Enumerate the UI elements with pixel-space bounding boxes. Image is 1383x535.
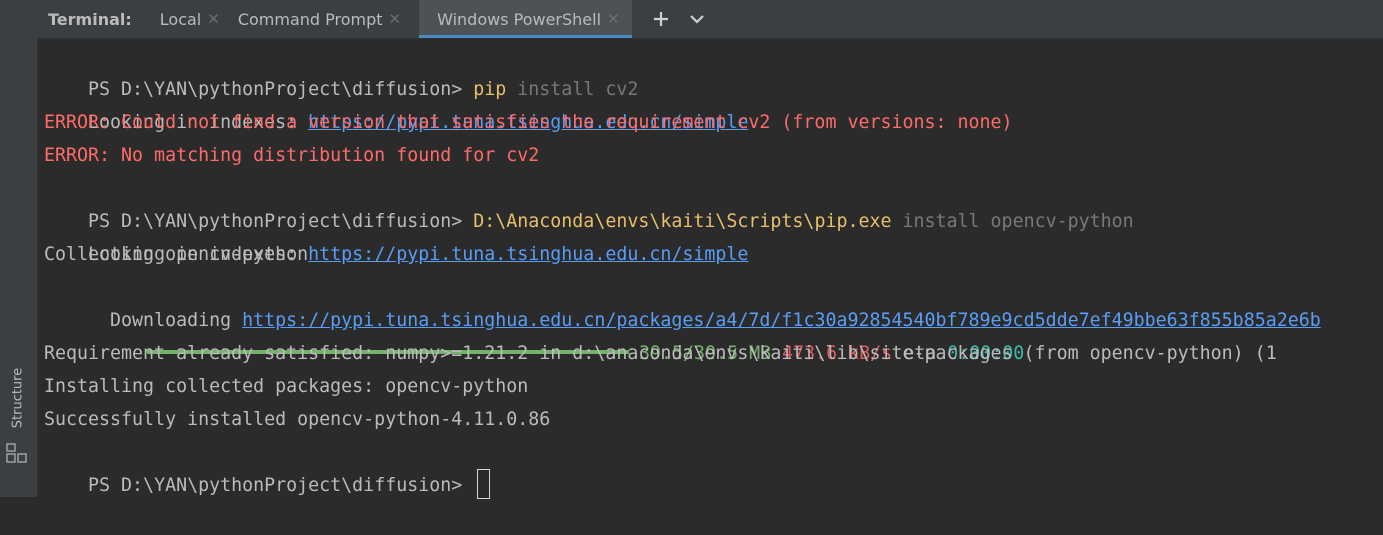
terminal-title: Terminal:: [48, 9, 132, 29]
add-icon[interactable]: [652, 10, 670, 28]
terminal-line: PS D:\YAN\pythonProject\diffusion>: [44, 436, 491, 499]
terminal-tab-bar: Terminal: Local ✕ Command Prompt ✕ Windo…: [37, 0, 1383, 39]
terminal-line: Downloading https://pypi.tuna.tsinghua.e…: [44, 271, 1321, 331]
output-line: Collecting opencv-python: [44, 244, 309, 265]
terminal-output[interactable]: PS D:\YAN\pythonProject\diffusion> pip i…: [37, 39, 1383, 499]
error-line: ERROR: No matching distribution found fo…: [44, 145, 540, 166]
output-line: Installing collected packages: opencv-py…: [44, 376, 529, 397]
tab-windows-powershell[interactable]: Windows PowerShell ✕: [419, 0, 632, 38]
error-line: ERROR: Could not find a version that sat…: [44, 112, 1013, 133]
terminal-line: Looking in indexes: https://pypi.tuna.ts…: [44, 73, 748, 133]
structure-tool-button[interactable]: Structure: [11, 368, 26, 428]
structure-icon[interactable]: [5, 441, 29, 465]
tab-label: Windows PowerShell: [437, 9, 602, 29]
tab-local[interactable]: Local ✕: [160, 0, 220, 38]
tool-window-stripe: Structure: [0, 0, 38, 497]
text-cursor[interactable]: [477, 469, 491, 499]
terminal-line: PS D:\YAN\pythonProject\diffusion> D:\An…: [44, 172, 1134, 232]
command-args: install opencv-python: [891, 211, 1134, 232]
close-icon[interactable]: ✕: [389, 10, 402, 28]
close-icon[interactable]: ✕: [207, 10, 220, 28]
tab-command-prompt[interactable]: Command Prompt ✕: [238, 0, 401, 38]
chevron-down-icon[interactable]: [688, 10, 706, 28]
terminal-line: Looking in indexes: https://pypi.tuna.ts…: [44, 205, 748, 265]
output-line: Successfully installed opencv-python-4.1…: [44, 409, 551, 430]
prompt: PS D:\YAN\pythonProject\diffusion>: [88, 475, 474, 496]
tab-label: Command Prompt: [237, 9, 383, 29]
download-progress-line: 39.5/39.5 MB 473.6 kB/s eta 0:00:00: [103, 304, 1024, 364]
tab-label: Local: [159, 9, 202, 29]
output-line: Requirement already satisfied: numpy>=1.…: [44, 343, 1277, 364]
index-link[interactable]: https://pypi.tuna.tsinghua.edu.cn/simple: [308, 244, 748, 265]
terminal-line: PS D:\YAN\pythonProject\diffusion> pip i…: [44, 40, 638, 100]
close-icon[interactable]: ✕: [607, 10, 620, 28]
